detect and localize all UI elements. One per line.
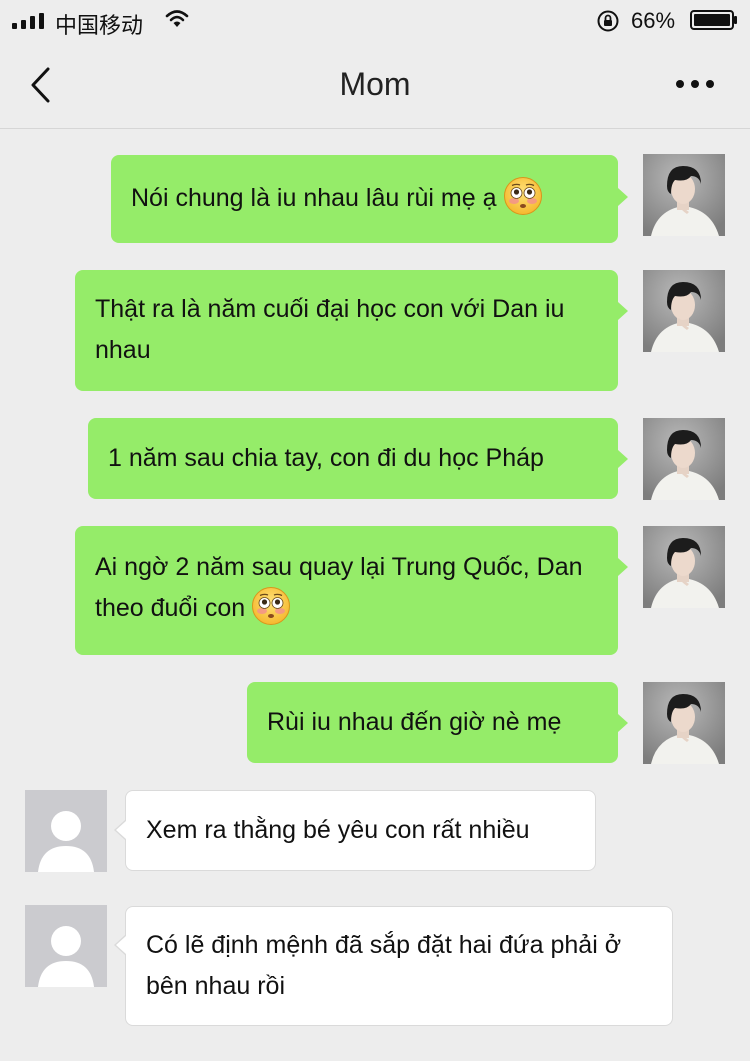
avatar[interactable] xyxy=(643,270,725,352)
message-text: Rùi iu nhau đến giờ nè mẹ xyxy=(267,708,562,736)
status-bar: 中国移动 66% xyxy=(0,0,750,42)
avatar[interactable] xyxy=(643,418,725,500)
avatar[interactable] xyxy=(643,154,725,236)
message-text: Xem ra thằng bé yêu con rất nhiều xyxy=(146,816,530,844)
page-title: Mom xyxy=(339,66,411,102)
flushed-face-icon xyxy=(251,587,291,626)
message-bubble-incoming[interactable]: Có lẽ định mệnh đã sắp đặt hai đứa phải … xyxy=(125,906,673,1026)
battery-percent: 66% xyxy=(631,8,676,33)
more-dots-icon[interactable] xyxy=(674,78,716,90)
message-text: Ai ngờ 2 năm sau quay lại Trung Quốc, Da… xyxy=(95,553,583,622)
message-bubble-outgoing[interactable]: 1 năm sau chia tay, con đi du học Pháp xyxy=(88,418,618,499)
message-text: Nói chung là iu nhau lâu rùi mẹ ạ xyxy=(131,184,497,212)
message-bubble-outgoing[interactable]: Ai ngờ 2 năm sau quay lại Trung Quốc, Da… xyxy=(75,526,618,655)
message-text: Thật ra là năm cuối đại học con với Dan … xyxy=(95,295,565,364)
flushed-face-icon xyxy=(503,177,542,216)
message-bubble-outgoing[interactable]: Nói chung là iu nhau lâu rùi mẹ ạ xyxy=(111,155,618,243)
chat-header: Mom xyxy=(0,42,750,129)
message-text: Có lẽ định mệnh đã sắp đặt hai đứa phải … xyxy=(146,931,622,1000)
avatar[interactable] xyxy=(643,526,725,608)
avatar[interactable] xyxy=(643,682,725,764)
rotation-lock-icon xyxy=(597,10,619,32)
wifi-icon xyxy=(165,10,189,27)
message-bubble-outgoing[interactable]: Thật ra là năm cuối đại học con với Dan … xyxy=(75,270,618,391)
signal-icon xyxy=(12,13,44,29)
message-bubble-outgoing[interactable]: Rùi iu nhau đến giờ nè mẹ xyxy=(247,682,618,763)
battery-icon xyxy=(690,10,737,30)
avatar[interactable] xyxy=(25,790,107,872)
message-text: 1 năm sau chia tay, con đi du học Pháp xyxy=(108,444,544,472)
carrier-name: 中国移动 xyxy=(55,13,144,38)
avatar[interactable] xyxy=(25,905,107,987)
message-bubble-incoming[interactable]: Xem ra thằng bé yêu con rất nhiều xyxy=(125,790,596,871)
